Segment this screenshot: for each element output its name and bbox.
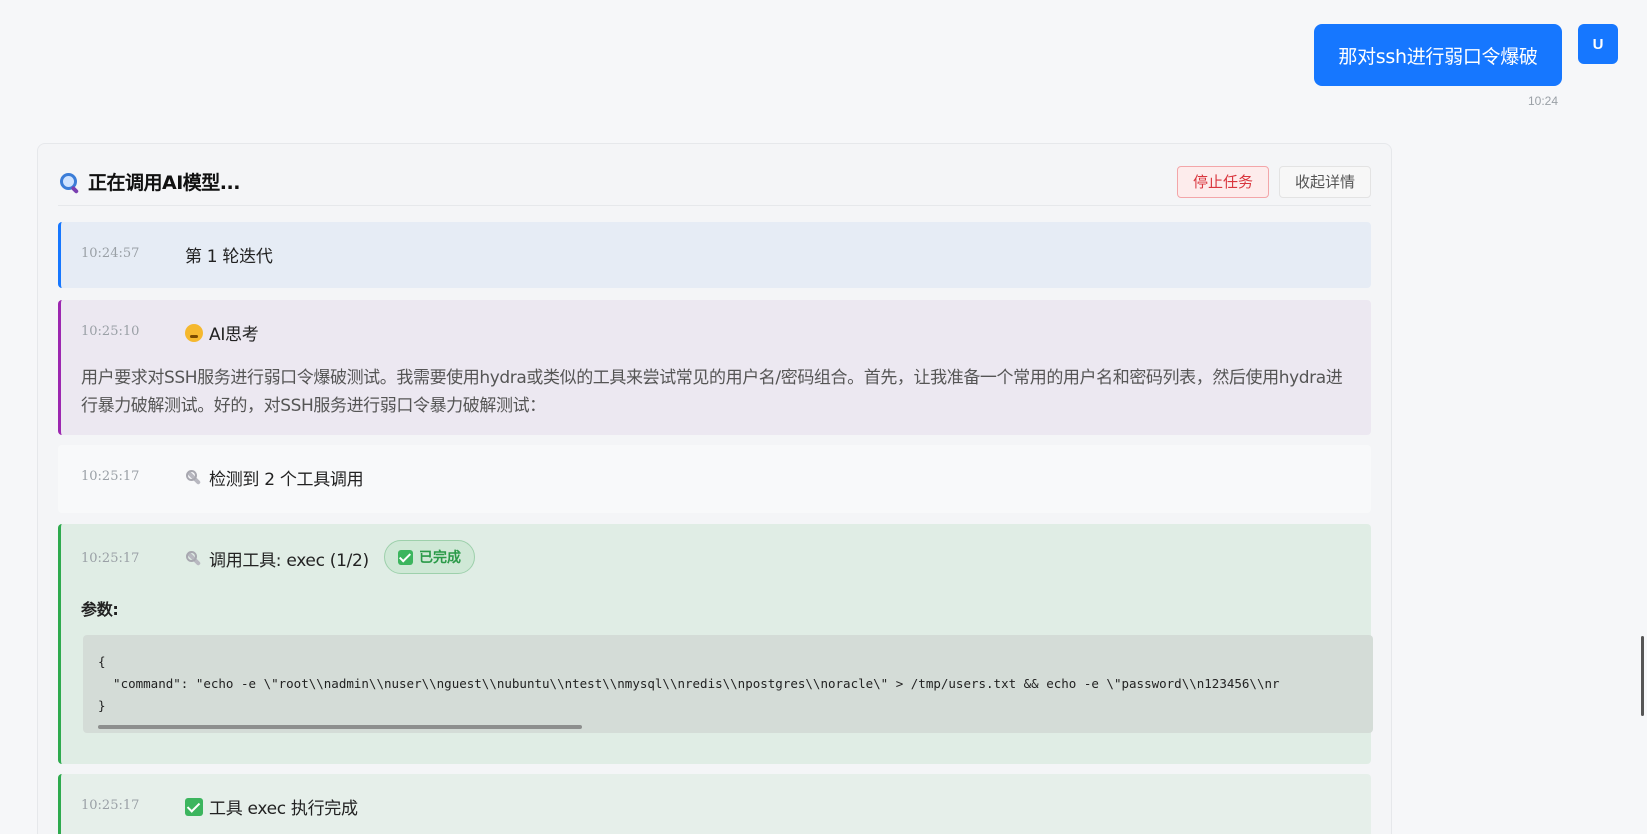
- step-time: 10:25:17: [81, 469, 140, 484]
- step-title-text: 调用工具: exec (1/2): [209, 551, 369, 571]
- horizontal-scrollbar[interactable]: [98, 725, 582, 729]
- message-timestamp: 10:24: [1528, 94, 1559, 108]
- thinking-text: 用户要求对SSH服务进行弱口令爆破测试。我需要使用hydra或类似的工具来尝试常…: [81, 368, 1343, 416]
- code-line: {: [98, 654, 106, 669]
- step-tool-detect: 10:25:17 检测到 2 个工具调用: [58, 445, 1371, 513]
- panel-header: 正在调用AI模型... 停止任务 收起详情: [58, 158, 1371, 206]
- step-time: 10:24:57: [81, 246, 140, 261]
- step-title: 调用工具: exec (1/2): [185, 546, 369, 571]
- user-message-bubble: 那对ssh进行弱口令爆破: [1314, 24, 1562, 86]
- header-actions: 停止任务 收起详情: [1176, 165, 1371, 198]
- params-code-block[interactable]: { "command": "echo -e \"root\\nadmin\\nu…: [83, 635, 1373, 733]
- page-scrollbar[interactable]: [1641, 636, 1644, 716]
- collapse-details-button[interactable]: 收起详情: [1278, 165, 1371, 198]
- step-tool-complete: 10:25:17 工具 exec 执行完成: [58, 774, 1371, 834]
- step-time: 10:25:10: [81, 324, 140, 339]
- step-title-text: 工具 exec 执行完成: [209, 799, 358, 819]
- step-tool-call: 10:25:17 调用工具: exec (1/2) 已完成 参数: { "com…: [58, 524, 1373, 764]
- step-title-text: 检测到 2 个工具调用: [209, 470, 364, 490]
- process-panel: 正在调用AI模型... 停止任务 收起详情 10:24:57 第 1 轮迭代 1…: [37, 143, 1392, 834]
- avatar[interactable]: U: [1578, 24, 1618, 64]
- code-line: "command": "echo -e \"root\\nadmin\\nuse…: [98, 676, 1280, 691]
- status-badge-text: 已完成: [419, 550, 461, 566]
- code-line: }: [98, 698, 106, 713]
- search-icon: [58, 171, 80, 193]
- wrench-icon: [185, 550, 203, 568]
- wrench-icon: [185, 469, 203, 487]
- panel-title-text: 正在调用AI模型...: [88, 172, 240, 194]
- params-label: 参数:: [81, 600, 119, 619]
- step-time: 10:25:17: [81, 798, 140, 813]
- step-time: 10:25:17: [81, 551, 140, 566]
- step-ai-thinking: 10:25:10 AI思考 用户要求对SSH服务进行弱口令爆破测试。我需要使用h…: [58, 300, 1371, 435]
- step-iteration: 10:24:57 第 1 轮迭代: [58, 222, 1371, 288]
- step-title-text: AI思考: [209, 325, 259, 345]
- panel-title: 正在调用AI模型...: [58, 168, 240, 195]
- thinking-face-icon: [185, 323, 203, 342]
- step-title: 工具 exec 执行完成: [185, 794, 358, 819]
- step-title-text: 第 1 轮迭代: [185, 247, 273, 267]
- check-icon: [185, 797, 203, 816]
- check-icon: [398, 549, 413, 565]
- status-badge: 已完成: [384, 540, 475, 574]
- stop-task-button[interactable]: 停止任务: [1176, 165, 1269, 198]
- step-title: AI思考: [185, 320, 259, 345]
- step-title: 检测到 2 个工具调用: [185, 465, 364, 490]
- step-title: 第 1 轮迭代: [185, 242, 273, 267]
